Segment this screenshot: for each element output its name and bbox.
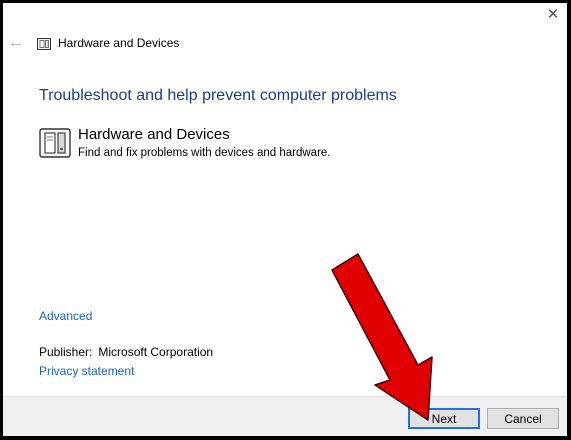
window-title: Hardware and Devices	[58, 36, 180, 50]
close-icon[interactable]: ✕	[545, 7, 561, 23]
footer-bar: Next Cancel	[3, 396, 567, 436]
troubleshooter-window: ✕ ← Hardware and Devices Troubleshoot an…	[3, 3, 567, 436]
troubleshooter-item[interactable]: Hardware and Devices Find and fix proble…	[39, 126, 519, 167]
privacy-statement-link[interactable]: Privacy statement	[39, 364, 134, 378]
publisher-info: Publisher: Microsoft Corporation	[39, 345, 213, 359]
titlebar: ← Hardware and Devices	[3, 33, 567, 57]
hardware-device-icon	[39, 128, 71, 158]
publisher-value: Microsoft Corporation	[98, 345, 214, 359]
page-title: Troubleshoot and help prevent computer p…	[39, 87, 397, 104]
item-title: Hardware and Devices	[78, 126, 230, 143]
item-description: Find and fix problems with devices and h…	[78, 147, 331, 159]
back-arrow-icon[interactable]: ←	[8, 33, 24, 53]
advanced-link[interactable]: Advanced	[39, 309, 92, 323]
publisher-label: Publisher:	[39, 345, 93, 359]
next-button[interactable]: Next	[408, 408, 480, 429]
cancel-button[interactable]: Cancel	[487, 408, 559, 429]
hardware-device-icon	[37, 38, 51, 50]
